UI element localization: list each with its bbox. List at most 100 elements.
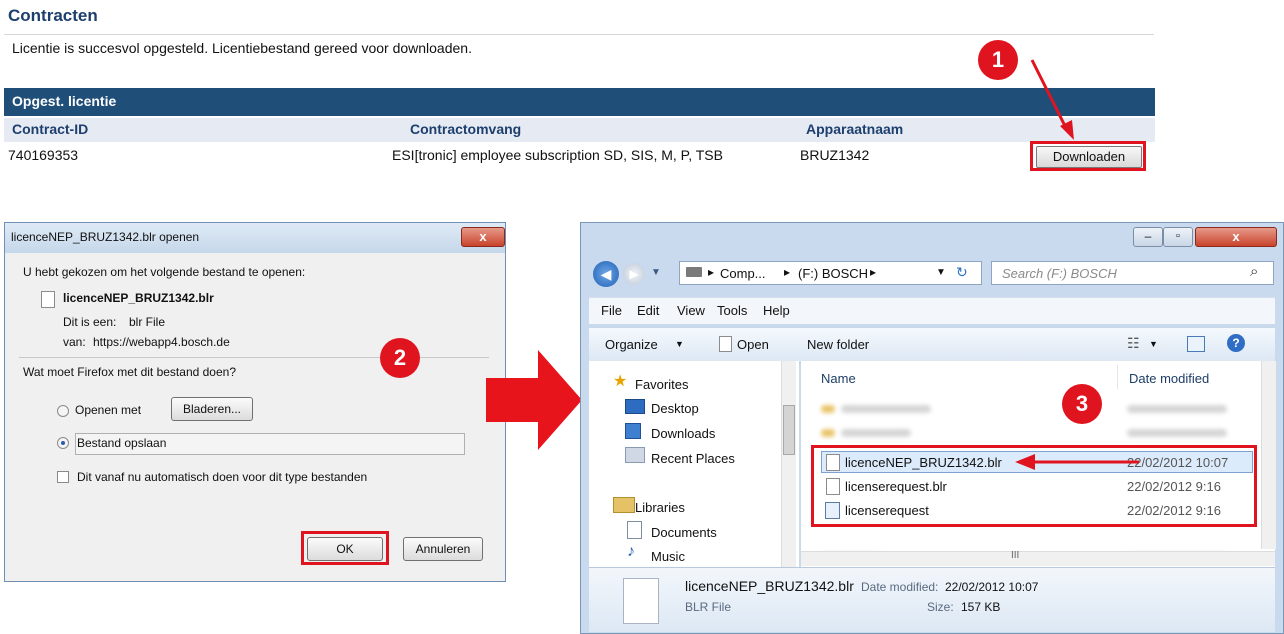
step-3-badge: 3: [1062, 384, 1102, 424]
nav-libraries[interactable]: Libraries: [635, 500, 685, 515]
page-title: Contracten: [8, 6, 98, 25]
documents-icon: [627, 521, 642, 539]
cancel-button[interactable]: Annuleren: [403, 537, 483, 561]
organize-button[interactable]: Organize: [605, 337, 658, 352]
menu-file[interactable]: File: [601, 303, 622, 318]
auto-checkbox[interactable]: [57, 471, 69, 483]
back-icon[interactable]: ◀: [593, 261, 619, 287]
maximize-icon[interactable]: ▫: [1163, 227, 1193, 247]
search-input[interactable]: Search (F:) BOSCH ⌕: [991, 261, 1274, 285]
column-header-date[interactable]: Date modified: [1129, 371, 1209, 386]
file-scrollbar[interactable]: [1261, 361, 1276, 549]
close-icon[interactable]: x: [461, 227, 505, 247]
view-options-icon[interactable]: ☷: [1127, 335, 1140, 352]
dialog-question: Wat moet Firefox met dit bestand doen?: [23, 365, 236, 379]
blurred-name: [841, 429, 911, 437]
nav-music[interactable]: Music: [651, 549, 685, 564]
menu-tools[interactable]: Tools: [717, 303, 747, 318]
scroll-grip: III: [1011, 550, 1020, 561]
forward-icon[interactable]: ▶: [623, 263, 645, 285]
breadcrumb-computer[interactable]: Comp...: [720, 266, 766, 281]
nav-downloads[interactable]: Downloads: [651, 426, 715, 441]
desktop-icon: [625, 399, 645, 414]
detail-date-label: Date modified:: [861, 580, 939, 594]
file-icon: [41, 291, 55, 308]
nav-favorites[interactable]: Favorites: [635, 377, 688, 392]
explorer-window: – ▫ x ◀ ▶ ▼ ▸ Comp... ▸ (F:) BOSCH ▸ ▼ ↻…: [580, 222, 1284, 634]
details-pane: licenceNEP_BRUZ1342.blr Date modified: 2…: [589, 567, 1275, 632]
column-header-device: Apparaatnaam: [806, 121, 904, 137]
from-value: https://webapp4.bosch.de: [93, 335, 230, 349]
section-title: Opgest. licentie: [12, 93, 117, 109]
browse-button[interactable]: Bladeren...: [171, 397, 253, 421]
nav-recent-places[interactable]: Recent Places: [651, 451, 735, 466]
cell-device: BRUZ1342: [800, 147, 870, 163]
open-with-label: Openen met: [75, 403, 142, 417]
download-button[interactable]: Downloaden: [1036, 146, 1142, 168]
step-1-arrow: [1030, 59, 1074, 140]
menu-edit[interactable]: Edit: [637, 303, 659, 318]
address-dropdown-icon[interactable]: ▼: [936, 267, 946, 278]
blurred-date: [1127, 429, 1227, 437]
nav-scrollbar-thumb[interactable]: [783, 405, 795, 455]
nav-scrollbar[interactable]: [781, 361, 796, 567]
minimize-icon[interactable]: –: [1133, 227, 1163, 247]
open-with-radio[interactable]: [57, 405, 69, 417]
blurred-folder: [821, 405, 835, 413]
ok-button[interactable]: OK: [307, 537, 383, 561]
dialog-title: licenceNEP_BRUZ1342.blr openen: [11, 230, 200, 244]
blurred-name: [841, 405, 931, 413]
breadcrumb-sep-icon: ▸: [708, 265, 715, 279]
step-3-arrow: [1015, 454, 1139, 470]
nav-desktop[interactable]: Desktop: [651, 401, 699, 416]
type-value: blr File: [129, 315, 166, 329]
preview-pane-icon[interactable]: [1187, 336, 1205, 352]
horizontal-scrollbar[interactable]: [801, 551, 1275, 566]
downloads-icon: [625, 423, 641, 439]
close-icon[interactable]: x: [1195, 227, 1277, 247]
open-button[interactable]: Open: [737, 337, 769, 352]
type-label: Dit is een:: [63, 315, 117, 329]
new-folder-button[interactable]: New folder: [807, 337, 869, 352]
detail-type: BLR File: [685, 600, 732, 614]
organize-dropdown-icon[interactable]: ▼: [675, 339, 684, 349]
menu-bar: File Edit View Tools Help: [589, 297, 1275, 324]
view-dropdown-icon[interactable]: ▼: [1149, 339, 1158, 349]
refresh-icon[interactable]: ↻: [956, 264, 968, 281]
save-file-radio[interactable]: [57, 437, 69, 449]
section-header-bar: [4, 88, 1155, 116]
dialog-body: U hebt gekozen om het volgende bestand t…: [11, 253, 497, 573]
cell-contract-id: 740169353: [8, 147, 79, 163]
detail-date: 22/02/2012 10:07: [945, 580, 1039, 594]
menu-help[interactable]: Help: [763, 303, 790, 318]
breadcrumb-sep-icon: ▸: [870, 265, 877, 279]
right-arrow-icon: [486, 350, 582, 450]
menu-view[interactable]: View: [677, 303, 705, 318]
step-1-badge: 1: [978, 40, 1018, 80]
help-icon[interactable]: ?: [1227, 334, 1245, 352]
drive-icon: [686, 267, 702, 277]
file-thumbnail-icon: [623, 578, 659, 624]
history-dropdown-icon[interactable]: ▼: [651, 267, 661, 278]
libraries-icon: [613, 497, 635, 513]
music-icon: ♪: [627, 543, 635, 560]
favorites-star-icon: ★: [613, 373, 628, 390]
open-file-dialog: licenceNEP_BRUZ1342.blr openen x U hebt …: [4, 222, 506, 582]
command-bar: Organize ▼ Open New folder ☷ ▼ ?: [589, 327, 1275, 363]
navigation-pane: ★ Favorites Desktop Downloads Recent Pla…: [589, 361, 799, 567]
column-header-name[interactable]: Name: [821, 371, 856, 386]
address-bar[interactable]: ▸ Comp... ▸ (F:) BOSCH ▸ ▼ ↻: [679, 261, 982, 285]
table-header-row: [4, 118, 1155, 142]
blurred-folder: [821, 429, 835, 437]
breadcrumb-drive[interactable]: (F:) BOSCH: [798, 266, 868, 281]
step-2-badge: 2: [380, 338, 420, 378]
dialog-intro: U hebt gekozen om het volgende bestand t…: [23, 265, 306, 279]
column-divider: [1117, 365, 1118, 389]
nav-documents[interactable]: Documents: [651, 525, 717, 540]
status-message: Licentie is succesvol opgesteld. Licenti…: [12, 40, 472, 56]
save-file-label: Bestand opslaan: [77, 436, 167, 450]
detail-size: 157 KB: [961, 600, 1001, 614]
column-header-scope: Contractomvang: [410, 121, 522, 137]
cell-scope: ESI[tronic] employee subscription SD, SI…: [392, 147, 723, 163]
auto-label: Dit vanaf nu automatisch doen voor dit t…: [77, 470, 368, 484]
